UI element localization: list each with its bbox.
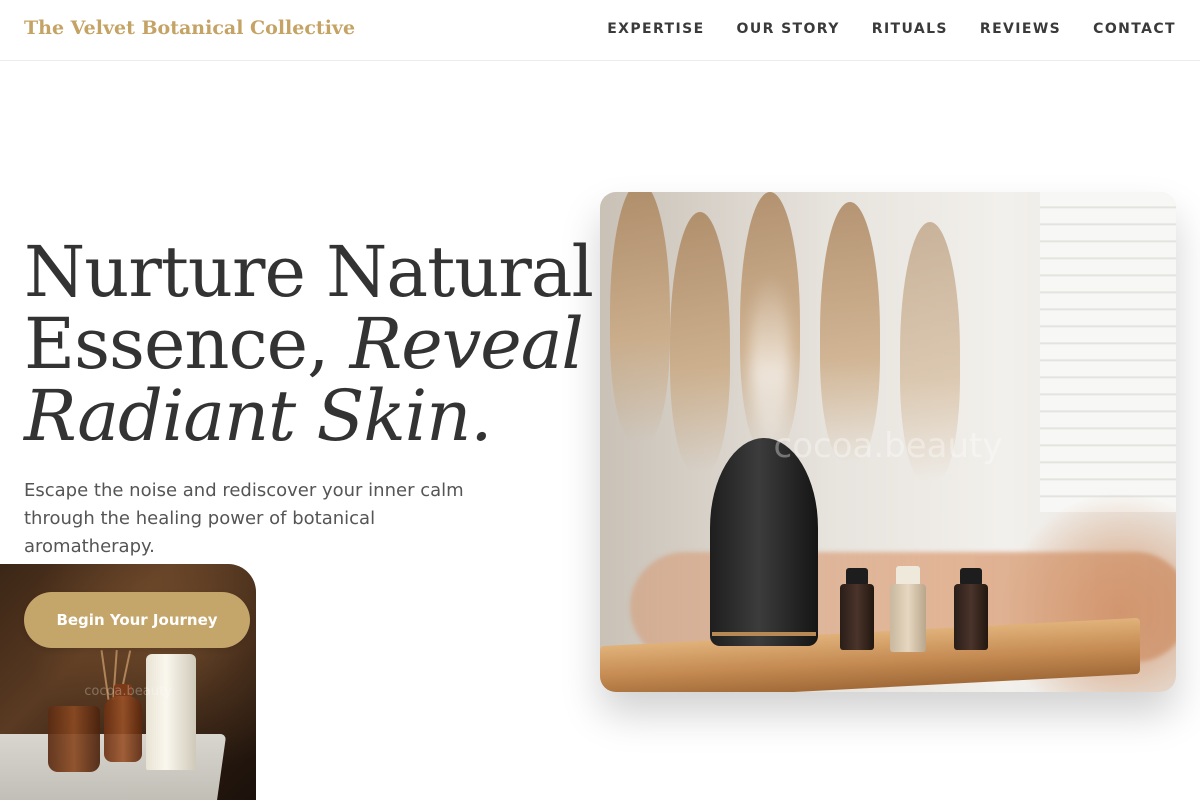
brand-logo[interactable]: The Velvet Botanical Collective xyxy=(24,17,355,39)
main-nav: EXPERTISE OUR STORY RITUALS REVIEWS CONT… xyxy=(607,21,1176,37)
oil-bottle-cap xyxy=(896,566,920,586)
nav-link-expertise[interactable]: EXPERTISE xyxy=(607,21,704,37)
hero-headline: Nurture Natural Essence, Reveal Radiant … xyxy=(24,231,594,452)
diffuser-ring xyxy=(712,632,816,636)
diffuser-mist xyxy=(750,272,790,442)
nav-link-our-story[interactable]: OUR STORY xyxy=(737,21,840,37)
image-watermark: cocoa.beauty xyxy=(773,426,1003,466)
amber-glass-jar xyxy=(48,706,100,772)
ceramic-diffuser xyxy=(710,438,818,646)
pampas-grass xyxy=(820,202,880,462)
essential-oil-bottle xyxy=(890,584,926,652)
hero-image: cocoa.beauty xyxy=(600,192,1176,692)
headline-line-2-plain: Essence, xyxy=(24,303,350,385)
nav-link-contact[interactable]: CONTACT xyxy=(1093,21,1176,37)
headline-line-3-italic: Radiant Skin. xyxy=(24,375,493,457)
begin-journey-button[interactable]: Begin Your Journey xyxy=(24,592,250,648)
pampas-grass xyxy=(610,192,670,442)
hero-subtext: Escape the noise and rediscover your inn… xyxy=(24,480,464,557)
nav-link-rituals[interactable]: RITUALS xyxy=(872,21,948,37)
nav-link-reviews[interactable]: REVIEWS xyxy=(980,21,1061,37)
headline-line-2: Essence, Reveal xyxy=(24,308,584,380)
site-header: The Velvet Botanical Collective EXPERTIS… xyxy=(0,0,1200,61)
pillar-candle xyxy=(146,654,196,770)
photo-watermark: cocoa.beauty xyxy=(84,684,172,699)
essential-oil-bottle xyxy=(840,584,874,650)
headline-line-2-italic: Reveal xyxy=(349,303,584,385)
reed-diffuser-bottle xyxy=(104,696,142,762)
essential-oil-bottle xyxy=(954,584,988,650)
headline-line-3: Radiant Skin. xyxy=(24,380,584,452)
headline-line-1: Nurture Natural xyxy=(24,231,594,313)
